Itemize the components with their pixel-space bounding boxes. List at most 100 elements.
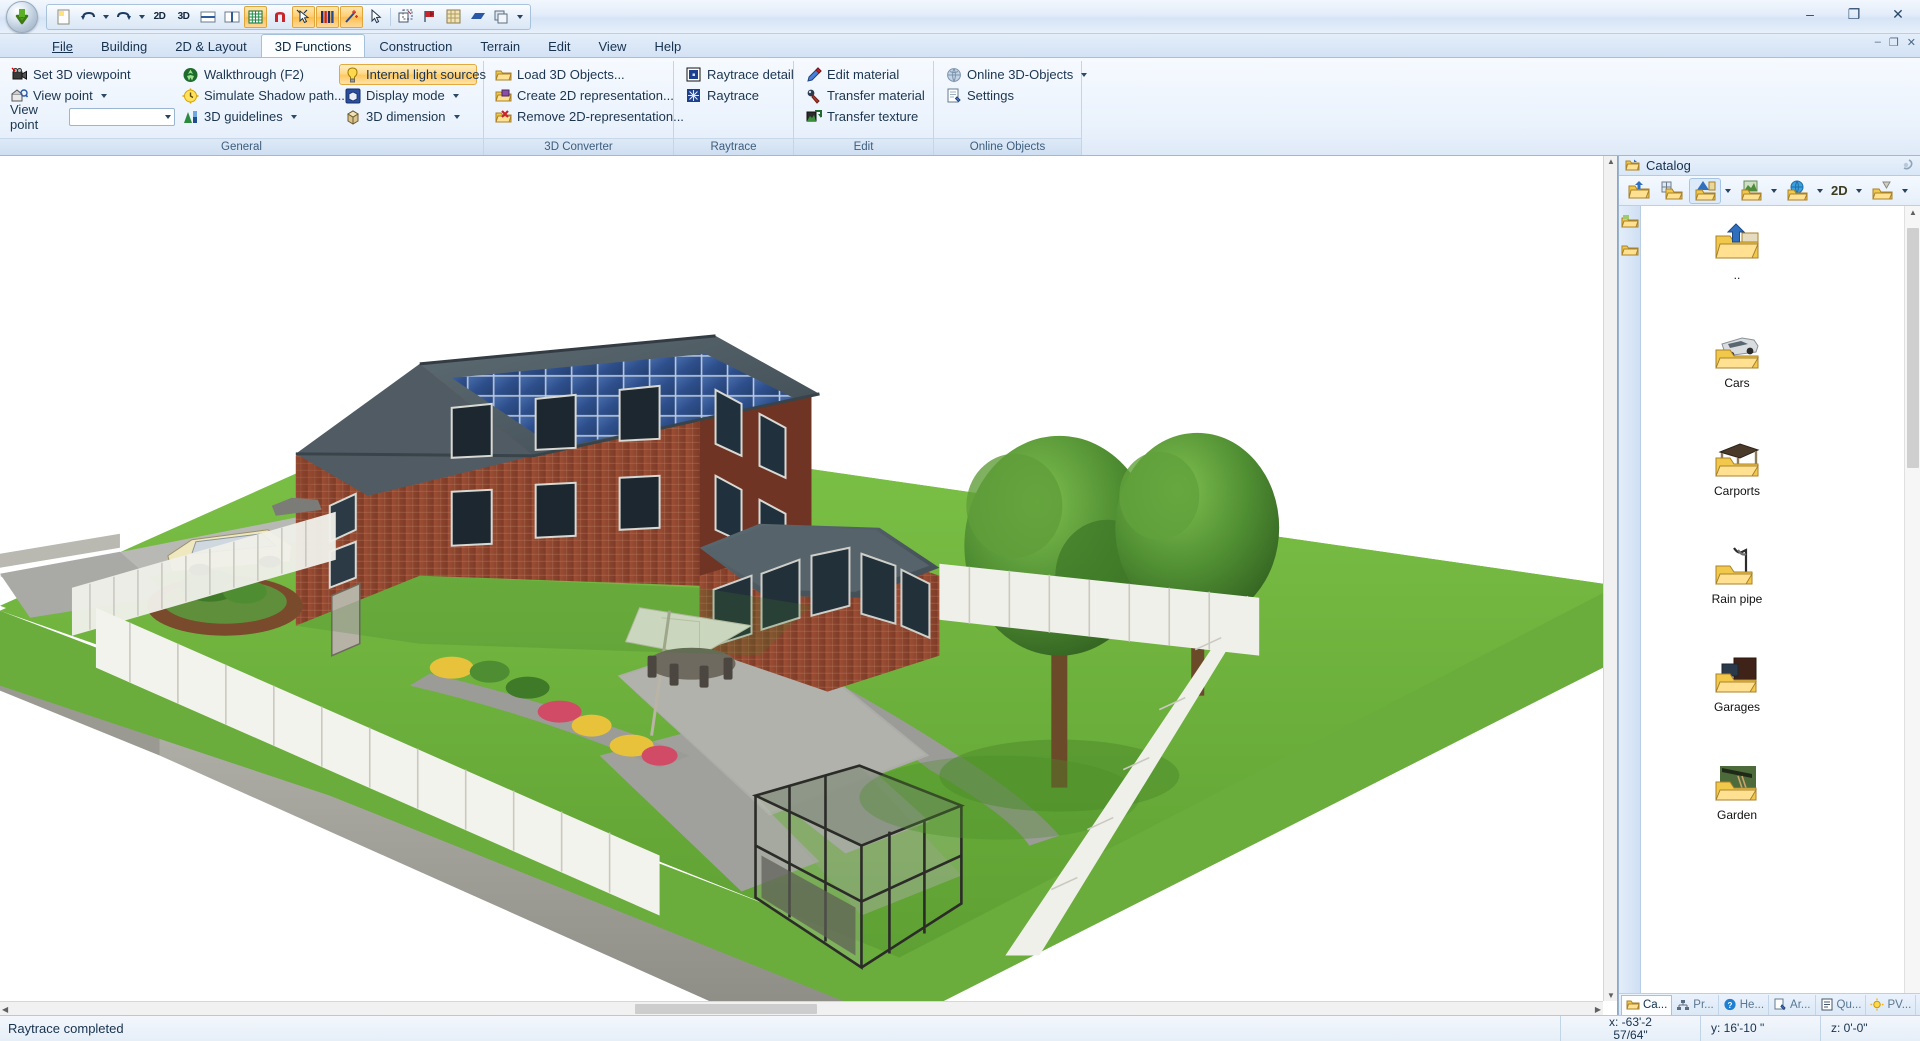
catalog-pin-icon[interactable] [1898,157,1915,174]
flag-icon[interactable] [418,6,441,28]
arrow-pointer-icon[interactable] [364,6,387,28]
catalog-vertical-scrollbar[interactable]: ▲ [1904,206,1920,993]
3d-dimension-button[interactable]: 3D dimension [339,106,477,127]
catalog-tab-archive[interactable]: Ar... [1769,994,1816,1015]
wand-icon[interactable] [340,5,363,28]
ribbon-minimize-button[interactable]: – [1875,36,1881,49]
horizontal-split-icon[interactable] [196,6,219,28]
catalog-window-folder-button[interactable] [1656,178,1688,204]
ribbon-close-button[interactable]: ✕ [1907,36,1916,49]
3d-viewport[interactable]: ▲ ▼ ◀ ▶ [0,156,1618,1015]
status-coord-y: y: 16'-10 " [1700,1015,1820,1041]
select-pointer-icon[interactable] [292,5,315,28]
remove-2d-representation-button[interactable]: Remove 2D-representation... [490,106,684,127]
catalog-tab-help[interactable]: ? He... [1719,994,1770,1015]
3d-dimension-dropdown-icon[interactable] [453,114,460,119]
window-maximize-button[interactable]: ❐ [1832,0,1876,28]
list-item[interactable]: Garden [1677,754,1797,860]
catalog-texture-button[interactable] [1735,178,1767,204]
transfer-texture-button[interactable]: Transfer texture [800,106,930,127]
catalog-misc-dropdown-icon[interactable] [1899,178,1911,204]
tab-view[interactable]: View [585,34,641,57]
grid-icon[interactable] [244,5,267,28]
catalog-2d-dropdown-icon[interactable] [1853,178,1865,204]
tab-terrain[interactable]: Terrain [466,34,534,57]
vertical-split-icon[interactable] [220,6,243,28]
walkthrough-button[interactable]: Walkthrough (F2) [177,64,337,85]
tab-help[interactable]: Help [640,34,695,57]
catalog-material-button[interactable] [1781,178,1813,204]
list-item[interactable]: Garages [1677,646,1797,752]
catalog-item-list[interactable]: .. Cars Carports Rain pipe Garages Garde… [1641,206,1920,993]
set-3d-viewpoint-button[interactable]: Set 3D viewpoint [6,64,175,85]
online-3d-objects-dropdown-icon[interactable] [1081,72,1088,77]
display-mode-dropdown-icon[interactable] [452,93,459,98]
window-close-button[interactable]: ✕ [1876,0,1920,28]
tab-file[interactable]: File [38,34,87,57]
3d-guidelines-button[interactable]: 3D guidelines [177,106,337,127]
catalog-scroll-up-icon[interactable]: ▲ [1909,208,1917,217]
raytrace-button[interactable]: Raytrace [680,85,790,106]
window-minimize-button[interactable]: – [1788,0,1832,28]
catalog-rail-recent-icon[interactable] [1620,240,1640,260]
catalog-tab-pv[interactable]: PV... [1866,994,1917,1015]
viewport-hscroll-thumb[interactable] [635,1004,817,1014]
tab-construction[interactable]: Construction [365,34,466,57]
2d-view-icon[interactable]: 2D [148,6,171,28]
catalog-misc-button[interactable] [1866,178,1898,204]
list-item[interactable]: Rain pipe [1677,538,1797,644]
catalog-material-dropdown-icon[interactable] [1814,178,1826,204]
3d-view-icon[interactable]: 3D [172,6,195,28]
undo-dropdown-icon[interactable] [100,6,111,28]
create-2d-representation-button[interactable]: Create 2D representation... [490,85,674,106]
blue-shape-icon[interactable] [466,6,489,28]
load-3d-objects-button[interactable]: Load 3D Objects... [490,64,668,85]
catalog-3d-objects-dropdown-icon[interactable] [1722,178,1734,204]
internal-light-sources-button[interactable]: Internal light sources [339,64,486,85]
viewport-scroll-left-icon[interactable]: ◀ [2,1005,8,1014]
list-item[interactable]: Cars [1677,322,1797,428]
catalog-2d-button[interactable]: 2D [1827,178,1852,204]
layers-icon[interactable] [316,5,339,28]
simulate-shadow-path-button[interactable]: Simulate Shadow path... [177,85,345,106]
list-item[interactable]: Carports [1677,430,1797,536]
redo-dropdown-icon[interactable] [136,6,147,28]
list-item[interactable]: .. [1677,214,1797,320]
edit-material-button[interactable]: Edit material [800,64,930,85]
qat-dropdown-icon[interactable] [514,6,525,28]
tab-edit[interactable]: Edit [534,34,584,57]
redo-icon[interactable] [112,6,135,28]
catalog-vscroll-thumb[interactable] [1907,228,1919,468]
tab-2d-layout[interactable]: 2D & Layout [161,34,261,57]
viewport-scroll-down-icon[interactable]: ▼ [1607,991,1615,1000]
snap-magnet-icon[interactable] [268,6,291,28]
settings-button[interactable]: Settings [940,85,1080,106]
catalog-tab-quantity[interactable]: Qu... [1816,994,1867,1015]
viewport-horizontal-scrollbar[interactable]: ◀ ▶ [0,1001,1603,1015]
tab-3d-functions[interactable]: 3D Functions [260,34,366,57]
undo-icon[interactable] [76,6,99,28]
catalog-up-folder-button[interactable] [1623,178,1655,204]
3d-guidelines-dropdown-icon[interactable] [290,114,297,119]
pattern-icon[interactable] [442,6,465,28]
transfer-material-button[interactable]: Transfer material [800,85,930,106]
copy-object-icon[interactable] [394,6,417,28]
ribbon-restore-button[interactable]: ❐ [1889,36,1899,49]
display-mode-button[interactable]: Display mode [339,85,477,106]
new-document-icon[interactable] [52,6,75,28]
viewport-scroll-up-icon[interactable]: ▲ [1607,157,1615,166]
tab-building[interactable]: Building [87,34,161,57]
duplicate-icon[interactable] [490,6,513,28]
catalog-rail-favorites-icon[interactable] [1620,212,1640,232]
viewport-scroll-right-icon[interactable]: ▶ [1595,1005,1601,1014]
raytrace-detail-button[interactable]: Raytrace detail [680,64,794,85]
online-3d-objects-button[interactable]: Online 3D-Objects [940,64,1088,85]
application-menu-orb[interactable] [6,0,38,33]
catalog-texture-dropdown-icon[interactable] [1768,178,1780,204]
view-point-select[interactable] [68,107,175,126]
catalog-tab-catalog[interactable]: Ca... [1621,994,1673,1015]
catalog-3d-objects-button[interactable] [1689,177,1721,204]
view-point-dropdown-icon[interactable] [100,93,107,98]
viewport-vertical-scrollbar[interactable]: ▲ ▼ [1603,156,1617,1001]
catalog-tab-project[interactable]: Pr... [1672,994,1719,1015]
